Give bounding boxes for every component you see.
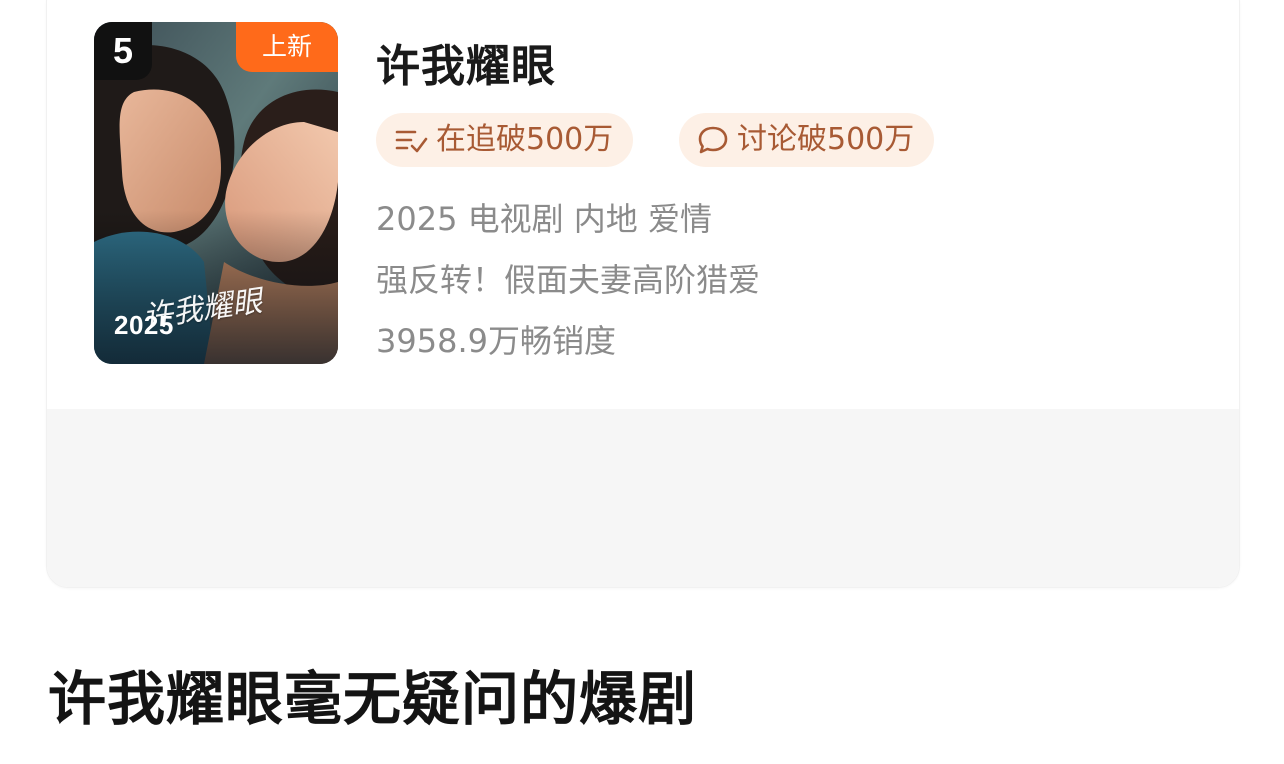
list-check-icon: [395, 130, 428, 153]
poster-year: 2025: [114, 310, 174, 340]
discussion-count-label: 讨论破500万: [737, 122, 915, 157]
follow-count-tag[interactable]: 在追破500万: [376, 113, 634, 167]
poster-image[interactable]: 5 上新 许我耀眼 2025: [94, 22, 338, 364]
follow-count-label: 在追破500万: [436, 122, 614, 157]
show-sales: 3958.9万畅销度: [376, 322, 616, 360]
show-info: 2025 电视剧 内地 爱情: [376, 200, 712, 238]
new-badge: 上新: [236, 22, 338, 72]
discussion-count-tag[interactable]: 讨论破500万: [679, 113, 935, 167]
show-tagline: 强反转！假面夫妻高阶猎爱: [376, 261, 761, 299]
card-footer-area: [47, 409, 1239, 587]
show-title[interactable]: 许我耀眼: [376, 30, 556, 94]
chat-bubble-icon: [698, 126, 728, 154]
post-headline: 许我耀眼毫无疑问的爆剧: [48, 665, 698, 733]
rank-badge: 5: [94, 22, 152, 80]
